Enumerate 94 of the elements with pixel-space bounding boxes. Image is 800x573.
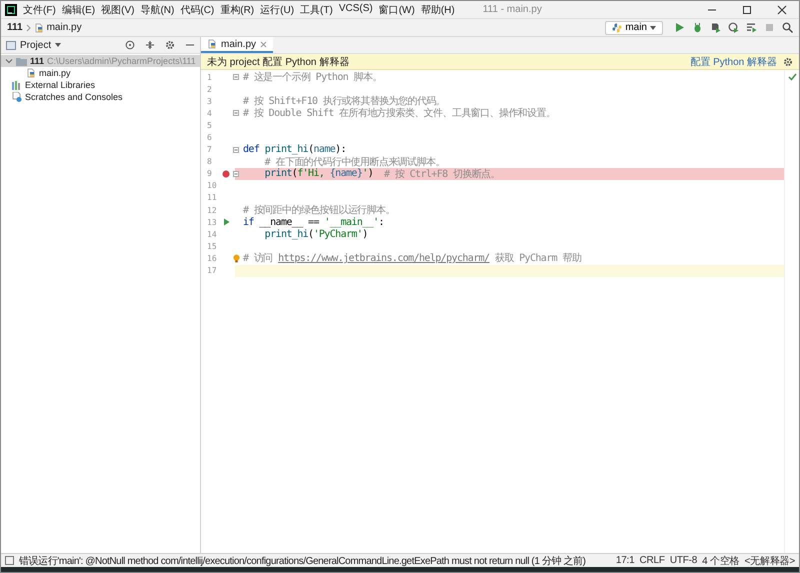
line-number: 10 xyxy=(206,181,218,190)
python-file-icon xyxy=(34,22,44,32)
status-item[interactable]: <无解释器> xyxy=(744,554,795,568)
line-number: 8 xyxy=(206,157,213,166)
run-configuration-dropdown[interactable]: main xyxy=(605,20,663,34)
line-number: 7 xyxy=(206,145,213,154)
code-line: # 按 Double Shift 在所有地方搜索类、文件、工具窗口、操作和设置。 xyxy=(242,107,556,120)
panel-toggle-icon[interactable] xyxy=(5,556,14,565)
run-icon[interactable] xyxy=(674,22,685,33)
menu-item[interactable]: 导航(N) xyxy=(140,2,174,16)
code-line: def print_hi(name): xyxy=(242,144,346,156)
menu-item[interactable]: 重构(R) xyxy=(220,2,254,16)
tree-item[interactable]: External Libraries xyxy=(1,79,200,91)
tree-item-label: Scratches and Consoles xyxy=(25,92,123,102)
menu-item[interactable]: 工具(T) xyxy=(300,2,333,16)
line-number: 5 xyxy=(206,120,213,130)
build-icon[interactable] xyxy=(746,22,757,33)
status-item[interactable]: 4 个空格 xyxy=(702,554,740,568)
app-logo-icon xyxy=(5,4,17,16)
fold-icon[interactable] xyxy=(233,146,239,153)
scratches-icon xyxy=(12,92,22,102)
project-view-dropdown[interactable]: Project xyxy=(20,40,52,50)
library-icon xyxy=(12,80,22,90)
panel-icon xyxy=(6,40,16,50)
settings-icon[interactable] xyxy=(783,56,793,66)
debug-icon[interactable] xyxy=(692,22,703,33)
tree-item[interactable]: 111 C:\Users\admin\PycharmProjects\111 xyxy=(1,55,200,67)
line-number: 11 xyxy=(206,193,218,202)
line-number: 1 xyxy=(206,72,213,82)
tree-item-label: External Libraries xyxy=(25,80,96,90)
line-number: 12 xyxy=(206,206,218,215)
caret-icon xyxy=(55,43,62,47)
breadcrumb-item[interactable]: main.py xyxy=(46,22,82,33)
menu-item[interactable]: 窗口(W) xyxy=(378,2,415,16)
line-number: 6 xyxy=(206,133,213,142)
caret-icon xyxy=(650,26,656,30)
fold-icon[interactable] xyxy=(233,170,239,177)
line-number: 17 xyxy=(206,266,218,276)
code-line: # 按 Shift+F10 执行或将其替换为您的代码。 xyxy=(242,95,446,108)
line-number: 15 xyxy=(206,242,218,251)
code-line: print(f'Hi, {name}') # 按 Ctrl+F8 切换断点。 xyxy=(264,168,500,180)
menu-item[interactable]: 运行(U) xyxy=(260,2,294,16)
tree-item[interactable]: main.py xyxy=(1,67,200,79)
code-line: print_hi('PyCharm') xyxy=(264,228,368,240)
project-path: C:\Users\admin\PycharmProjects\111 xyxy=(47,56,196,66)
window-title: 111 - main.py xyxy=(482,4,542,15)
tree-item-label: 111 xyxy=(30,56,44,66)
fold-icon[interactable] xyxy=(233,110,239,116)
crosshair-icon[interactable] xyxy=(125,40,135,50)
code-line: # 按间距中的绿色按钮以运行脚本。 xyxy=(242,204,395,216)
line-number: 14 xyxy=(206,230,218,239)
banner-message: 未为 project 配置 Python 解释器 xyxy=(207,56,350,68)
line-number: 4 xyxy=(206,108,213,118)
menu-item[interactable]: 编辑(E) xyxy=(62,2,96,16)
checkmark-icon xyxy=(788,73,796,81)
python-file-icon xyxy=(26,68,36,78)
maximize-icon[interactable] xyxy=(742,4,752,14)
folder-icon xyxy=(16,56,27,66)
menu-item[interactable]: 视图(V) xyxy=(101,2,134,16)
python-file-icon xyxy=(207,39,217,49)
code-line: # 访问 https://www.jetbrains.com/help/pycharm/ 获取 PyCharm 帮助 xyxy=(242,252,582,264)
tree-item-label: main.py xyxy=(39,68,71,78)
editor-tab[interactable]: main.py xyxy=(201,37,274,53)
python-icon xyxy=(612,22,622,32)
code-line: # 在下面的代码行中使用断点来调试脚本。 xyxy=(264,156,445,168)
lightbulb-icon[interactable] xyxy=(233,254,240,263)
menu-item[interactable]: VCS(S) xyxy=(338,2,373,16)
code-line: if __name__ == '__main__': xyxy=(242,216,384,228)
collapse-all-icon[interactable] xyxy=(145,40,155,50)
chevron-icon xyxy=(26,24,31,32)
line-number: 13 xyxy=(206,218,218,227)
status-item[interactable]: 17:1 xyxy=(616,555,634,566)
run-icon[interactable] xyxy=(222,218,230,226)
status-message: 错误运行'main': @NotNull method com/intellij/execution/configurations/GeneralCommandLine.getExePath must not return null (1 分钟 之前) xyxy=(19,554,586,568)
breadcrumb-item[interactable]: 111 xyxy=(7,22,23,33)
search-icon[interactable] xyxy=(782,22,793,33)
tree-item[interactable]: Scratches and Consoles xyxy=(1,91,200,103)
configure-interpreter-link[interactable]: 配置 Python 解释器 xyxy=(690,54,777,68)
status-item[interactable]: UTF-8 xyxy=(670,555,698,566)
menu-item[interactable]: 代码(C) xyxy=(180,2,214,16)
status-item[interactable]: CRLF xyxy=(640,555,665,566)
line-number: 16 xyxy=(206,254,218,263)
menu-item[interactable]: 文件(F) xyxy=(23,2,56,16)
settings-icon[interactable] xyxy=(165,40,175,50)
line-number: 3 xyxy=(206,96,213,106)
profile-icon[interactable] xyxy=(728,22,739,33)
close-icon[interactable] xyxy=(777,4,787,14)
coverage-icon[interactable] xyxy=(710,22,721,33)
fold-icon[interactable] xyxy=(233,74,239,80)
menu-item[interactable]: 帮助(H) xyxy=(420,2,455,16)
breakpoint-icon[interactable] xyxy=(222,170,230,178)
line-number: 9 xyxy=(206,169,213,178)
code-line: # 这是一个示例 Python 脚本。 xyxy=(242,71,382,84)
line-number: 2 xyxy=(206,84,213,94)
